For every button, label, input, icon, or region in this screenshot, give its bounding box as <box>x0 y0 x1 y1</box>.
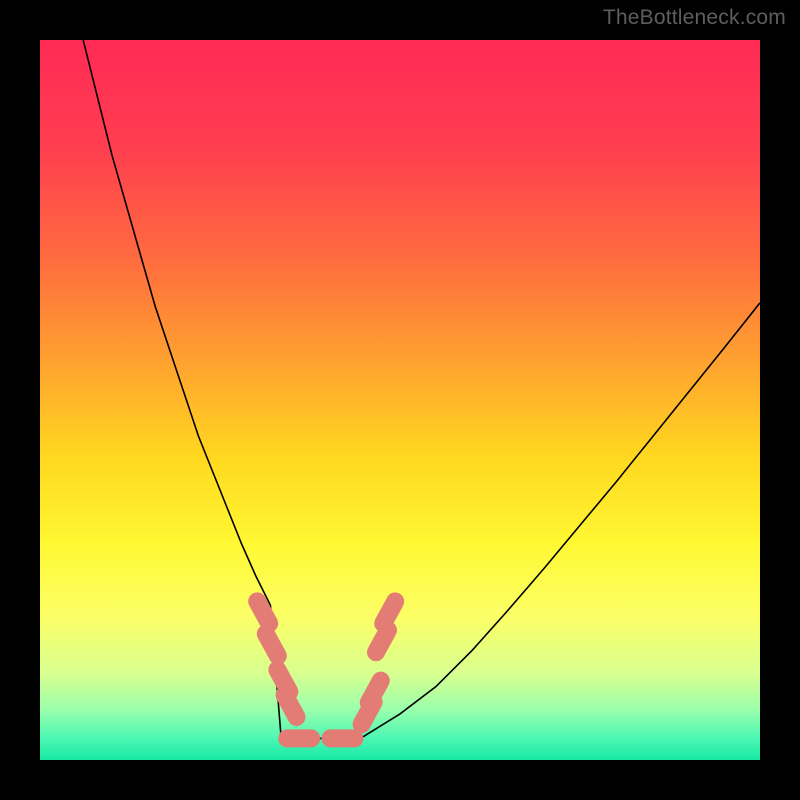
watermark-text: TheBottleneck.com <box>603 6 786 30</box>
marker-dot <box>376 630 388 652</box>
marker-dot <box>266 634 278 656</box>
bottleneck-chart <box>40 40 760 760</box>
chart-frame: TheBottleneck.com <box>0 0 800 800</box>
marker-dot <box>257 601 269 623</box>
marker-dot <box>383 601 395 623</box>
gradient-plot-area <box>40 40 760 760</box>
marker-dot <box>369 681 381 703</box>
marker-dot <box>285 695 297 717</box>
